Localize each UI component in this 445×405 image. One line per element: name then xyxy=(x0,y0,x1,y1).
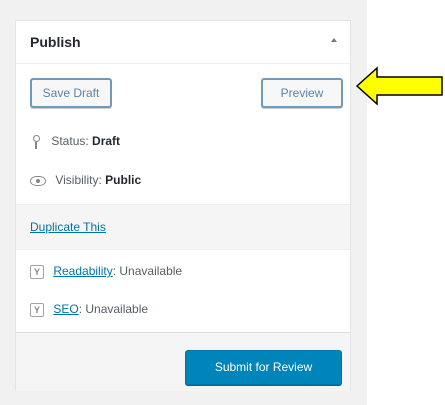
visibility-row: Visibility: Public xyxy=(30,173,141,187)
yoast-icon: Y xyxy=(30,302,44,317)
readability-row: Y Readability: Unavailable xyxy=(30,264,182,279)
duplicate-section: Duplicate This xyxy=(16,204,350,250)
visibility-label: Visibility: xyxy=(55,173,102,187)
preview-button[interactable]: Preview xyxy=(261,78,343,108)
chevron-up-icon[interactable] xyxy=(331,38,337,42)
seo-value: : Unavailable xyxy=(78,302,149,316)
readability-value: : Unavailable xyxy=(112,264,183,278)
panel-title: Publish xyxy=(30,34,81,50)
yoast-icon: Y xyxy=(30,264,44,279)
readability-link[interactable]: Readability xyxy=(53,264,112,278)
eye-icon xyxy=(30,175,46,186)
seo-link[interactable]: SEO xyxy=(53,302,78,316)
submit-for-review-button[interactable]: Submit for Review xyxy=(185,350,342,385)
panel-footer: Submit for Review xyxy=(16,332,350,391)
visibility-value: Public xyxy=(105,173,142,187)
arrow-left-icon xyxy=(355,66,443,106)
pin-icon xyxy=(30,134,42,149)
status-row: Status: Draft xyxy=(30,134,120,149)
duplicate-link[interactable]: Duplicate This xyxy=(30,220,106,234)
seo-row: Y SEO: Unavailable xyxy=(30,302,148,317)
publish-panel: Publish Save Draft Preview Status: Draft… xyxy=(15,20,351,391)
status-value: Draft xyxy=(92,134,121,148)
save-draft-button[interactable]: Save Draft xyxy=(30,78,112,108)
status-label: Status: xyxy=(51,134,89,148)
panel-header[interactable]: Publish xyxy=(16,21,350,64)
